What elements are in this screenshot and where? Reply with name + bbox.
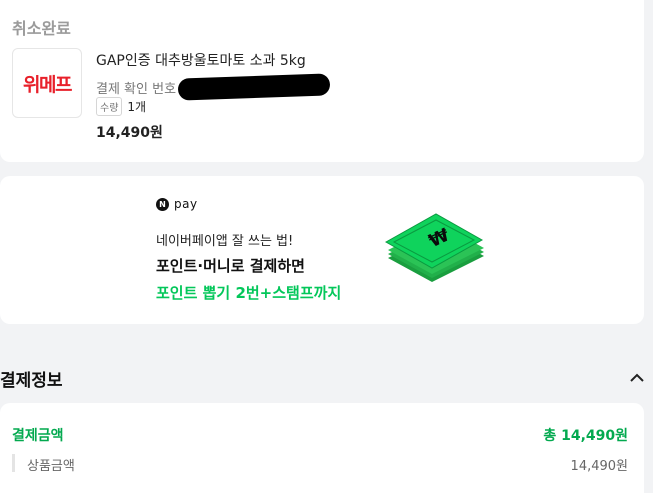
npay-n-icon: N [156, 197, 169, 211]
payment-amount-label: 결제금액 [12, 428, 64, 444]
payment-amount-total: 총 14,490원 [543, 428, 628, 444]
npay-badge: N pay [156, 197, 198, 211]
order-status: 취소완료 [12, 19, 71, 38]
confirm-number-label: 결제 확인 번호 [96, 81, 177, 97]
payment-info-title: 결제정보 [0, 371, 63, 391]
store-logo: 위메프 [23, 73, 72, 96]
redacted-confirm-number [177, 73, 331, 101]
banner-subtitle: 네이버페이앱 잘 쓰는 법! [156, 234, 294, 249]
product-price: 14,490원 [96, 125, 163, 141]
confirm-number-row: 결제 확인 번호 [96, 73, 331, 101]
product-amount-label: 상품금액 [27, 459, 75, 474]
payment-info-card [0, 403, 644, 493]
quantity-label: 수량 [96, 97, 123, 116]
banner-headline: 포인트·머니로 결제하면 [156, 257, 305, 275]
quantity-value: 1개 [127, 100, 147, 114]
banner-highlight: 포인트 뽑기 2번+스탬프까지 [156, 284, 342, 302]
npay-pay-text: pay [174, 197, 198, 211]
chevron-up-icon[interactable] [627, 370, 647, 386]
indent-bar [12, 454, 15, 472]
quantity-row: 수량 1개 [96, 97, 146, 116]
product-name[interactable]: GAP인증 대추방울토마토 소과 5kg [96, 50, 306, 70]
money-stack-icon: ₩ [384, 213, 484, 282]
product-thumbnail[interactable]: 위메프 [12, 48, 82, 118]
product-amount-value: 14,490원 [570, 459, 628, 474]
